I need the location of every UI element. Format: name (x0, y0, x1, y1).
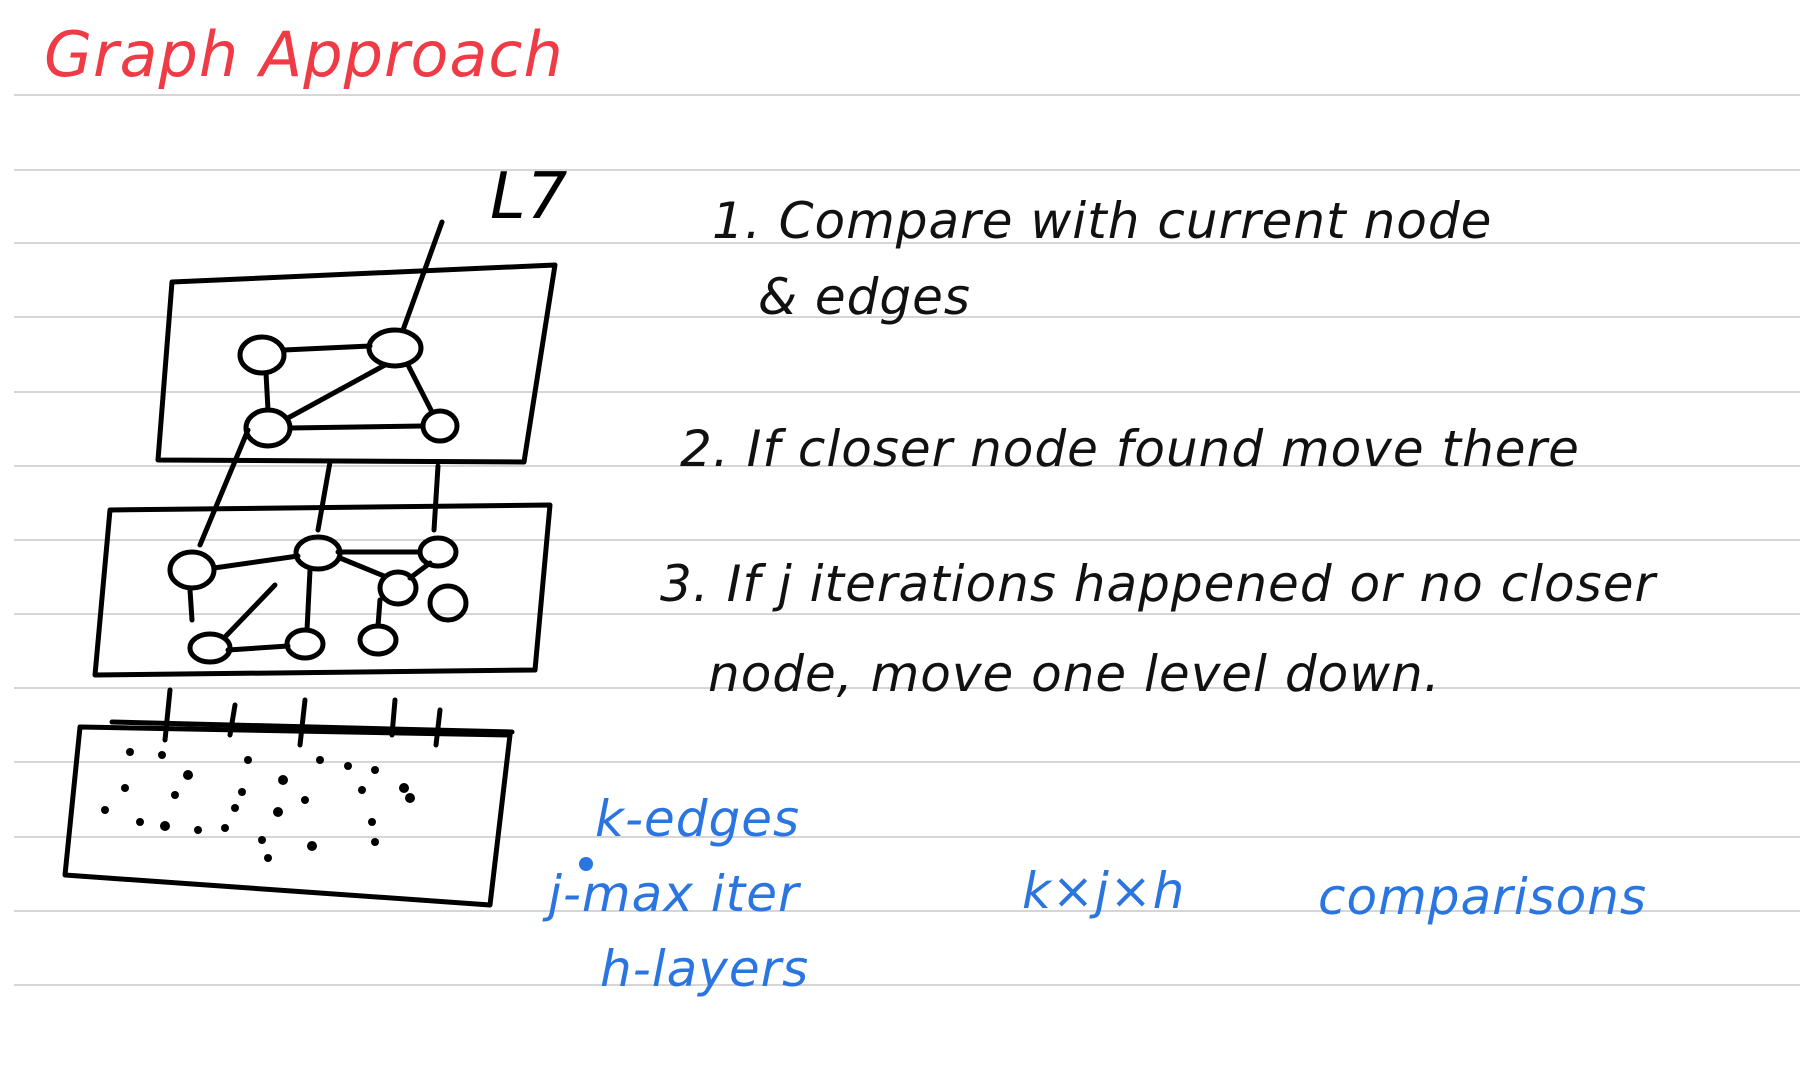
top-node-4 (420, 408, 460, 444)
mid-edge (187, 587, 195, 623)
mid-edge (375, 597, 383, 629)
step-2-line-1: 2. If closer node found move there (680, 420, 1580, 478)
notebook-page: Graph Approach L7 1. Compare with curren… (0, 0, 1812, 1061)
top-edge (263, 370, 271, 413)
layer-connector (433, 707, 443, 748)
layer-connector (315, 459, 333, 533)
mid-node-5 (427, 583, 469, 623)
comparisons-label: comparisons (1318, 868, 1647, 926)
complexity-formula: k×j×h (1022, 862, 1186, 920)
param-k-edges: k-edges (595, 790, 801, 848)
top-node-1 (237, 334, 287, 376)
layer-connector (297, 697, 308, 748)
mid-edge (337, 555, 387, 579)
entry-edge (400, 219, 445, 333)
top-edge (281, 343, 373, 353)
step-1-line-2: & edges (758, 268, 971, 326)
page-title: Graph Approach (44, 18, 564, 91)
step-3-line-1: 3. If j iterations happened or no closer (660, 555, 1657, 613)
mid-edge (211, 553, 301, 571)
layered-graph-diagram (62, 219, 558, 908)
mid-node-7 (284, 627, 326, 661)
param-j-max-iter: j-max iter (548, 865, 800, 923)
mid-edge (225, 643, 291, 653)
step-3-line-2: node, move one level down. (708, 645, 1441, 703)
mid-edge (407, 560, 433, 581)
layer-label: L7 (490, 160, 569, 234)
layer-connector (197, 427, 251, 548)
top-edge (405, 362, 435, 415)
top-layer-frame (155, 262, 558, 465)
bottom-layer-points (101, 748, 415, 862)
step-1-line-1: 1. Compare with current node (712, 192, 1493, 250)
mid-node-3 (417, 535, 459, 569)
top-node-2 (366, 327, 424, 369)
top-node-3 (243, 407, 293, 449)
layer-connector (162, 687, 173, 743)
param-h-layers: h-layers (600, 940, 810, 998)
mid-node-1 (167, 549, 217, 591)
layer-connector (431, 463, 441, 533)
top-edge (287, 423, 426, 431)
mid-node-2 (293, 534, 343, 572)
mid-edge (222, 582, 278, 640)
mid-edge (304, 567, 313, 633)
mid-node-8 (357, 623, 399, 657)
